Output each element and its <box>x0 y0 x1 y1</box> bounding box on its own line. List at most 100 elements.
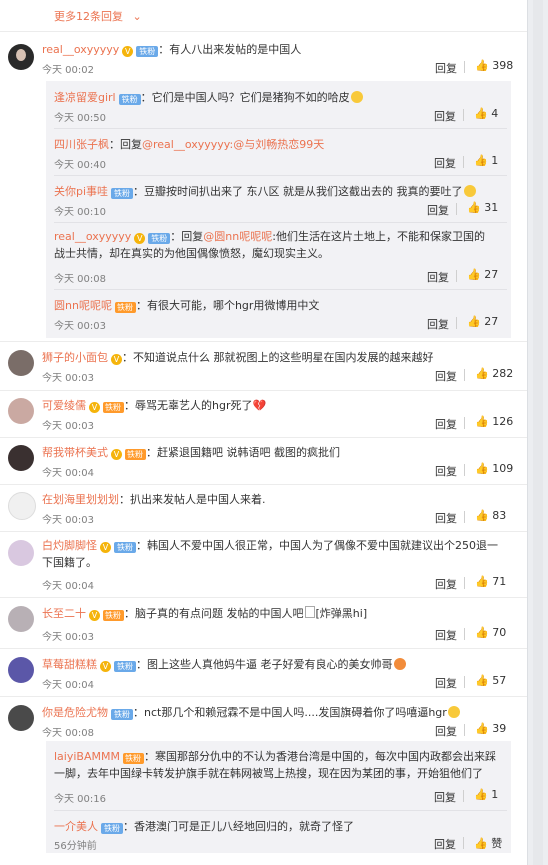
comment-text: ：扒出来发帖人是中国人来着. <box>119 493 266 506</box>
avatar[interactable] <box>8 657 34 683</box>
divider <box>54 128 507 129</box>
username-link[interactable]: 白灼脚脚怪 <box>42 539 97 552</box>
verified-v-icon: V <box>100 542 111 553</box>
comment-time: 今天 00:03 <box>42 421 94 432</box>
like-button[interactable]: 👍 1 <box>474 788 498 801</box>
like-button[interactable]: 👍 282 <box>475 367 513 380</box>
like-count: 126 <box>492 415 514 428</box>
like-button[interactable]: 👍 4 <box>474 107 498 120</box>
thumbs-up-icon: 👍 <box>474 788 488 801</box>
reply-button[interactable]: 回复 <box>427 316 449 332</box>
username-link[interactable]: 一介美人 <box>54 820 98 833</box>
thumbs-up-icon: 👍 <box>475 367 489 380</box>
like-count: 70 <box>492 626 507 639</box>
verified-v-icon: V <box>89 402 100 413</box>
username-link[interactable]: laiyiBAMMM <box>54 750 120 763</box>
avatar[interactable] <box>8 350 34 376</box>
divider <box>0 531 527 532</box>
avatar[interactable] <box>8 398 34 424</box>
like-button[interactable]: 👍 70 <box>475 626 506 639</box>
reply-button[interactable]: 回复 <box>435 60 457 76</box>
reply-button[interactable]: 回复 <box>427 202 449 218</box>
reply-button[interactable]: 回复 <box>435 723 457 739</box>
like-button[interactable]: 👍 赞 <box>474 835 502 851</box>
mention-link[interactable]: :@与刘畅热恋99天 <box>230 138 325 151</box>
reply-button[interactable]: 回复 <box>435 576 457 592</box>
like-button[interactable]: 👍 71 <box>475 575 506 588</box>
divider <box>54 810 507 811</box>
reply-button[interactable]: 回复 <box>435 675 457 691</box>
avatar[interactable] <box>8 44 34 70</box>
divider <box>54 175 507 176</box>
avatar[interactable] <box>8 606 34 632</box>
username-link[interactable]: 你是危险尤物 <box>42 706 108 719</box>
username-link[interactable]: real__oxyyyyy <box>42 43 119 56</box>
username-link[interactable]: 狮子的小面包 <box>42 351 108 364</box>
avatar[interactable] <box>8 445 34 471</box>
reply-button[interactable]: 回复 <box>427 269 449 285</box>
comment-time: 今天 00:03 <box>42 373 94 384</box>
username-link[interactable]: real__oxyyyyy <box>54 230 131 243</box>
mention-link[interactable]: @圆nn呢呢呢 <box>203 230 272 243</box>
thumbs-up-icon: 👍 <box>475 722 489 735</box>
like-button[interactable]: 👍 398 <box>475 59 513 72</box>
username-link[interactable]: 可爱绫儒 <box>42 399 86 412</box>
divider <box>464 417 465 429</box>
verified-v-icon: V <box>111 449 122 460</box>
reply-button[interactable]: 回复 <box>435 510 457 526</box>
divider <box>456 203 457 215</box>
avatar[interactable] <box>8 705 34 731</box>
verified-v-icon: V <box>100 661 111 672</box>
reply-button[interactable]: 回复 <box>435 368 457 384</box>
divider <box>464 676 465 688</box>
comment-row: 白灼脚脚怪 V 铁粉 ：韩国人不爱中国人很正常，中国人为了偶像不爱中国就建议出个250… <box>42 537 507 571</box>
like-button[interactable]: 👍 1 <box>474 154 498 167</box>
username-link[interactable]: 帮我带杯美式 <box>42 446 108 459</box>
reply-button[interactable]: 回复 <box>434 108 456 124</box>
like-button[interactable]: 👍 57 <box>475 674 506 687</box>
like-button[interactable]: 👍 109 <box>475 462 513 475</box>
comment-text: ：香港澳门可是正儿八经地回归的，就奇了怪了 <box>123 820 354 833</box>
broken-heart-icon: 💔 <box>252 399 267 412</box>
username-link[interactable]: 圆nn呢呢呢 <box>54 299 112 312</box>
avatar[interactable] <box>8 540 34 566</box>
like-button[interactable]: 👍 83 <box>475 509 506 522</box>
like-count: 39 <box>492 722 507 735</box>
fan-badge: 铁粉 <box>101 823 123 834</box>
reply-button[interactable]: 回复 <box>435 627 457 643</box>
reply-button[interactable]: 回复 <box>434 836 456 852</box>
like-button[interactable]: 👍 39 <box>475 722 506 735</box>
comment-row: 长至二十 V 铁粉 ：脑子真的有点问题 发帖的中国人吧 [炸弹黑hi] <box>42 605 367 621</box>
like-button[interactable]: 👍 27 <box>467 315 498 328</box>
divider <box>0 648 527 649</box>
username-link[interactable]: 长至二十 <box>42 607 86 620</box>
like-button[interactable]: 👍 27 <box>467 268 498 281</box>
reply-button[interactable]: 回复 <box>435 463 457 479</box>
avatar[interactable] <box>8 492 36 520</box>
mention-link[interactable]: @real__oxyyyyy <box>142 138 230 151</box>
like-button[interactable]: 👍 31 <box>467 201 498 214</box>
more-replies-link[interactable]: 更多12条回复 ⌄ <box>54 8 142 24</box>
reply-button[interactable]: 回复 <box>435 416 457 432</box>
username-link[interactable]: 四川张子枫 <box>54 138 109 151</box>
username-link[interactable]: 关你pi事哇 <box>54 185 108 198</box>
thumbs-up-icon: 👍 <box>475 415 489 428</box>
thumbs-up-icon: 👍 <box>475 509 489 522</box>
comment-row: 可爱绫儒 V 铁粉 ：辱骂无辜艺人的hgr死了💔 <box>42 397 266 413</box>
sub-reply-row: 逢凉留爱girl 铁粉 ：它们是中国人吗？它们是猪狗不如的哈皮 <box>54 89 363 105</box>
comment-time: 今天 00:04 <box>42 680 94 691</box>
like-count: 83 <box>492 509 507 522</box>
scrollbar-thumb[interactable] <box>533 0 543 865</box>
reply-button[interactable]: 回复 <box>434 789 456 805</box>
like-button[interactable]: 👍 126 <box>475 415 513 428</box>
username-link[interactable]: 逢凉留爱girl <box>54 91 116 104</box>
hot-fan-badge: 铁粉 <box>103 402 124 413</box>
broken-image-icon <box>304 606 315 618</box>
scream-emoji-icon <box>393 658 406 670</box>
sub-reply-row: 关你pi事哇 铁粉 ：豆瓣按时间扒出来了 东八区 就是从我们这截出去的 我真的要吐了 <box>54 183 476 199</box>
reply-button[interactable]: 回复 <box>434 155 456 171</box>
hot-fan-badge: 铁粉 <box>114 302 136 313</box>
scrollbar[interactable] <box>527 0 548 865</box>
username-link[interactable]: 在划海里划划划 <box>42 493 119 506</box>
username-link[interactable]: 草莓甜糕糕 <box>42 658 97 671</box>
